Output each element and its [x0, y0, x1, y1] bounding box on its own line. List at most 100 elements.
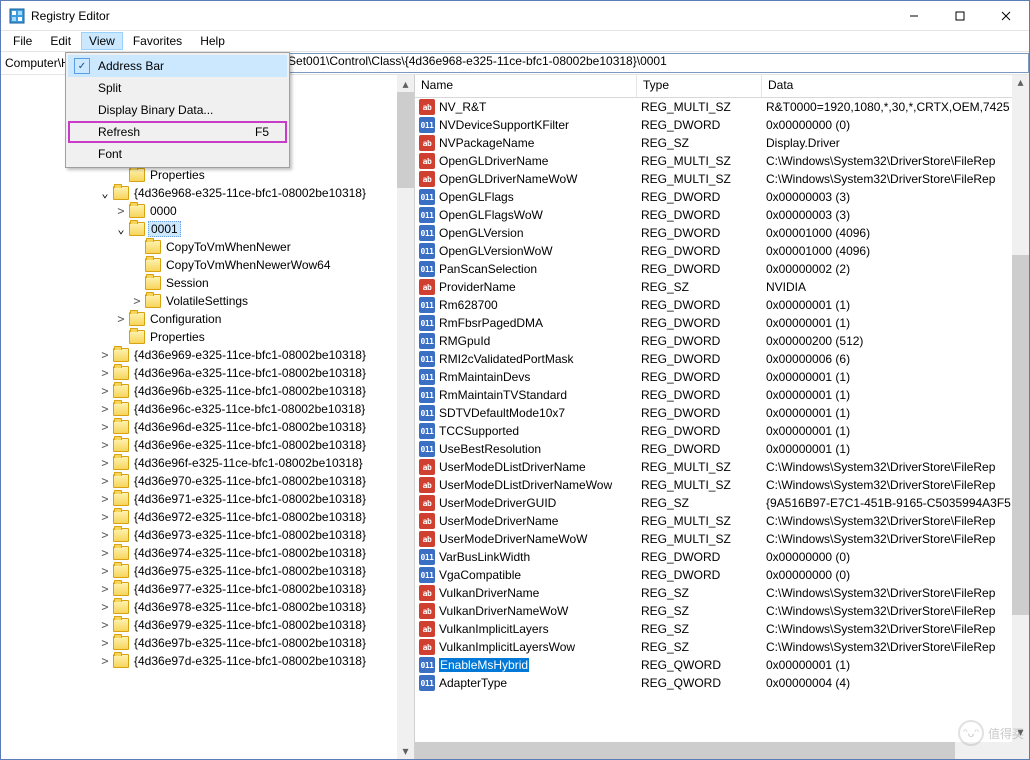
list-scrollbar-x[interactable]: [415, 742, 1029, 759]
value-row[interactable]: UserModeDriverNameWoWREG_MULTI_SZC:\Wind…: [415, 530, 1012, 548]
chevron-right-icon[interactable]: >: [97, 402, 113, 416]
value-row[interactable]: AdapterTypeREG_QWORD0x00000004 (4): [415, 674, 1012, 692]
menu-file[interactable]: File: [5, 32, 40, 50]
menu-help[interactable]: Help: [192, 32, 233, 50]
value-row[interactable]: NVDeviceSupportKFilterREG_DWORD0x0000000…: [415, 116, 1012, 134]
value-row[interactable]: RmMaintainTVStandardREG_DWORD0x00000001 …: [415, 386, 1012, 404]
menu-view[interactable]: View: [81, 32, 123, 50]
scroll-up-arrow-icon[interactable]: ▴: [1012, 75, 1029, 92]
tree-item[interactable]: >{4d36e972-e325-11ce-bfc1-08002be10318}: [1, 508, 414, 526]
value-row[interactable]: UserModeDListDriverNameREG_MULTI_SZC:\Wi…: [415, 458, 1012, 476]
menu-edit[interactable]: Edit: [42, 32, 79, 50]
value-row[interactable]: ProviderNameREG_SZNVIDIA: [415, 278, 1012, 296]
chevron-right-icon[interactable]: >: [97, 618, 113, 632]
tree-item[interactable]: >{4d36e96c-e325-11ce-bfc1-08002be10318}: [1, 400, 414, 418]
chevron-right-icon[interactable]: >: [97, 546, 113, 560]
tree-scrollbar[interactable]: ▴ ▾: [397, 75, 414, 759]
tree-item[interactable]: >{4d36e969-e325-11ce-bfc1-08002be10318}: [1, 346, 414, 364]
tree-item[interactable]: ⌄{4d36e968-e325-11ce-bfc1-08002be10318}: [1, 184, 414, 202]
scroll-thumb[interactable]: [397, 92, 414, 188]
value-row[interactable]: RMI2cValidatedPortMaskREG_DWORD0x0000000…: [415, 350, 1012, 368]
chevron-right-icon[interactable]: >: [97, 348, 113, 362]
chevron-right-icon[interactable]: >: [97, 582, 113, 596]
close-button[interactable]: [983, 1, 1029, 31]
value-row[interactable]: NVPackageNameREG_SZDisplay.Driver: [415, 134, 1012, 152]
tree-item[interactable]: >{4d36e96e-e325-11ce-bfc1-08002be10318}: [1, 436, 414, 454]
col-type[interactable]: Type: [637, 75, 762, 97]
scroll-up-arrow-icon[interactable]: ▴: [397, 75, 414, 92]
tree-item[interactable]: >{4d36e96a-e325-11ce-bfc1-08002be10318}: [1, 364, 414, 382]
col-data[interactable]: Data: [762, 75, 1029, 97]
chevron-right-icon[interactable]: >: [97, 438, 113, 452]
chevron-right-icon[interactable]: >: [97, 636, 113, 650]
chevron-right-icon[interactable]: >: [97, 492, 113, 506]
tree-item[interactable]: ⌄0001: [1, 220, 414, 238]
value-row[interactable]: OpenGLDriverNameWoWREG_MULTI_SZC:\Window…: [415, 170, 1012, 188]
value-row[interactable]: VulkanDriverNameREG_SZC:\Windows\System3…: [415, 584, 1012, 602]
tree-item[interactable]: >{4d36e97d-e325-11ce-bfc1-08002be10318}: [1, 652, 414, 670]
tree-item[interactable]: >{4d36e96f-e325-11ce-bfc1-08002be10318}: [1, 454, 414, 472]
chevron-right-icon[interactable]: >: [97, 600, 113, 614]
value-row[interactable]: TCCSupportedREG_DWORD0x00000001 (1): [415, 422, 1012, 440]
col-name[interactable]: Name: [415, 75, 637, 97]
scroll-down-arrow-icon[interactable]: ▾: [397, 742, 414, 759]
value-row[interactable]: Rm628700REG_DWORD0x00000001 (1): [415, 296, 1012, 314]
value-row[interactable]: RmFbsrPagedDMAREG_DWORD0x00000001 (1): [415, 314, 1012, 332]
value-row[interactable]: UserModeDriverNameREG_MULTI_SZC:\Windows…: [415, 512, 1012, 530]
value-row[interactable]: OpenGLVersionWoWREG_DWORD0x00001000 (409…: [415, 242, 1012, 260]
tree-item[interactable]: >{4d36e97b-e325-11ce-bfc1-08002be10318}: [1, 634, 414, 652]
chevron-down-icon[interactable]: ⌄: [113, 222, 129, 236]
value-row[interactable]: OpenGLFlagsWoWREG_DWORD0x00000003 (3): [415, 206, 1012, 224]
tree-item[interactable]: >{4d36e977-e325-11ce-bfc1-08002be10318}: [1, 580, 414, 598]
tree-item[interactable]: Properties: [1, 166, 414, 184]
tree-item[interactable]: CopyToVmWhenNewerWow64: [1, 256, 414, 274]
value-row[interactable]: OpenGLFlagsREG_DWORD0x00000003 (3): [415, 188, 1012, 206]
chevron-right-icon[interactable]: >: [97, 528, 113, 542]
chevron-right-icon[interactable]: >: [129, 294, 145, 308]
menu-font[interactable]: Font: [68, 143, 287, 165]
value-row[interactable]: VarBusLinkWidthREG_DWORD0x00000000 (0): [415, 548, 1012, 566]
value-row[interactable]: NV_R&TREG_MULTI_SZR&T0000=1920,1080,*,30…: [415, 98, 1012, 116]
tree-item[interactable]: >{4d36e975-e325-11ce-bfc1-08002be10318}: [1, 562, 414, 580]
chevron-right-icon[interactable]: >: [97, 474, 113, 488]
tree-item[interactable]: >{4d36e974-e325-11ce-bfc1-08002be10318}: [1, 544, 414, 562]
tree[interactable]: 000500060007>ConfigurationProperties⌄{4d…: [1, 93, 414, 670]
value-row[interactable]: VulkanImplicitLayersWowREG_SZC:\Windows\…: [415, 638, 1012, 656]
chevron-right-icon[interactable]: >: [113, 312, 129, 326]
tree-item[interactable]: Session: [1, 274, 414, 292]
chevron-right-icon[interactable]: >: [97, 366, 113, 380]
tree-item[interactable]: >{4d36e978-e325-11ce-bfc1-08002be10318}: [1, 598, 414, 616]
tree-item[interactable]: >VolatileSettings: [1, 292, 414, 310]
chevron-right-icon[interactable]: >: [97, 654, 113, 668]
chevron-right-icon[interactable]: >: [97, 420, 113, 434]
tree-item[interactable]: Properties: [1, 328, 414, 346]
chevron-down-icon[interactable]: ⌄: [97, 186, 113, 200]
tree-item[interactable]: >{4d36e973-e325-11ce-bfc1-08002be10318}: [1, 526, 414, 544]
value-row[interactable]: VgaCompatibleREG_DWORD0x00000000 (0): [415, 566, 1012, 584]
value-row[interactable]: EnableMsHybridREG_QWORD0x00000001 (1): [415, 656, 1012, 674]
maximize-button[interactable]: [937, 1, 983, 31]
value-row[interactable]: OpenGLVersionREG_DWORD0x00001000 (4096): [415, 224, 1012, 242]
chevron-right-icon[interactable]: >: [97, 510, 113, 524]
value-row[interactable]: UserModeDriverGUIDREG_SZ{9A516B97-E7C1-4…: [415, 494, 1012, 512]
chevron-right-icon[interactable]: >: [97, 456, 113, 470]
value-row[interactable]: SDTVDefaultMode10x7REG_DWORD0x00000001 (…: [415, 404, 1012, 422]
menu-display-binary-data[interactable]: Display Binary Data...: [68, 99, 287, 121]
value-row[interactable]: RMGpuIdREG_DWORD0x00000200 (512): [415, 332, 1012, 350]
value-row[interactable]: PanScanSelectionREG_DWORD0x00000002 (2): [415, 260, 1012, 278]
tree-item[interactable]: >{4d36e979-e325-11ce-bfc1-08002be10318}: [1, 616, 414, 634]
chevron-right-icon[interactable]: >: [113, 204, 129, 218]
scroll-thumb[interactable]: [1012, 255, 1029, 615]
tree-item[interactable]: >{4d36e96b-e325-11ce-bfc1-08002be10318}: [1, 382, 414, 400]
value-row[interactable]: UserModeDListDriverNameWowREG_MULTI_SZC:…: [415, 476, 1012, 494]
tree-item[interactable]: >{4d36e971-e325-11ce-bfc1-08002be10318}: [1, 490, 414, 508]
address-input[interactable]: olSet001\Control\Class\{4d36e968-e325-11…: [274, 53, 1029, 73]
values-list[interactable]: NV_R&TREG_MULTI_SZR&T0000=1920,1080,*,30…: [415, 98, 1012, 742]
menu-address-bar[interactable]: ✓ Address Bar: [68, 55, 287, 77]
menu-favorites[interactable]: Favorites: [125, 32, 190, 50]
value-row[interactable]: OpenGLDriverNameREG_MULTI_SZC:\Windows\S…: [415, 152, 1012, 170]
tree-item[interactable]: CopyToVmWhenNewer: [1, 238, 414, 256]
scroll-thumb[interactable]: [415, 742, 955, 759]
list-scrollbar-y[interactable]: ▴ ▾: [1012, 75, 1029, 742]
tree-item[interactable]: >{4d36e96d-e325-11ce-bfc1-08002be10318}: [1, 418, 414, 436]
